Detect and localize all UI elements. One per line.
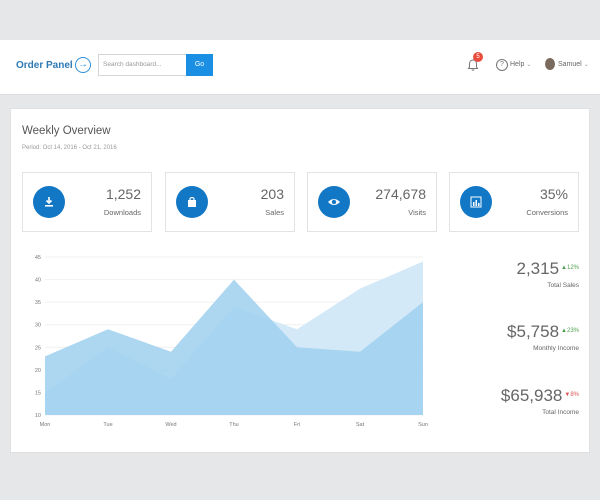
kpi-label: Total Income [542, 409, 579, 416]
search-input[interactable]: Search dashboard... [98, 54, 187, 76]
kpi-delta-value: 23% [566, 328, 579, 334]
kpi-delta-value: 12% [566, 265, 579, 271]
stat-value: 274,678 [375, 186, 426, 202]
x-tick-label: Fri [294, 422, 300, 428]
y-tick-label: 20 [35, 368, 41, 374]
stat-sales[interactable]: 203 Sales [165, 172, 295, 232]
stat-label: Downloads [103, 208, 141, 217]
x-tick-label: Sun [418, 422, 428, 428]
y-tick-label: 25 [35, 345, 41, 351]
x-tick-label: Wed [165, 422, 176, 428]
y-tick-label: 45 [35, 255, 41, 261]
user-menu[interactable]: Samuel ⌄ [558, 61, 589, 68]
notification-badge: 5 [473, 52, 483, 62]
kpi-value: $65,938 [500, 386, 563, 405]
bar-chart-icon [460, 186, 492, 218]
kpi-monthly-income: $5,758 ▲23% Monthly Income [469, 322, 579, 352]
stat-label: Sales [265, 208, 284, 217]
weekly-overview-card: Weekly Overview Period: Oct 14, 2016 - O… [10, 108, 590, 453]
page-title: Weekly Overview [22, 125, 111, 137]
stat-value: 35% [539, 186, 568, 202]
eye-icon [318, 186, 350, 218]
stat-value: 203 [260, 186, 284, 202]
x-tick-label: Thu [229, 422, 238, 428]
help-menu[interactable]: Help ⌄ [510, 61, 531, 68]
kpi-value: $5,758 [507, 322, 560, 341]
stat-downloads[interactable]: 1,252 Downloads [22, 172, 152, 232]
x-tick-label: Tue [103, 422, 112, 428]
help-icon[interactable]: ? [496, 59, 508, 71]
arrow-right-icon[interactable]: → [75, 57, 91, 73]
kpi-total-sales: 2,315 ▲12% Total Sales [469, 259, 579, 289]
user-name: Samuel [558, 61, 582, 68]
shopping-bag-icon [176, 186, 208, 218]
download-icon [33, 186, 65, 218]
x-tick-label: Mon [40, 422, 51, 428]
y-tick-label: 15 [35, 390, 41, 396]
kpi-value: 2,315 [516, 259, 560, 278]
x-tick-label: Sat [356, 422, 365, 428]
kpi-delta-up: ▲12% [561, 265, 579, 271]
stat-conversions[interactable]: 35% Conversions [449, 172, 579, 232]
brand-title[interactable]: Order Panel [16, 60, 73, 71]
kpi-label: Monthly Income [533, 345, 579, 352]
y-tick-label: 40 [35, 278, 41, 284]
kpi-delta-value: 8% [570, 392, 579, 398]
chevron-down-icon: ⌄ [583, 62, 589, 68]
help-label: Help [510, 61, 525, 68]
period-label: Period: Oct 14, 2016 - Oct 21, 2016 [22, 145, 117, 151]
kpi-delta-down: ▼8% [564, 392, 579, 398]
avatar[interactable] [545, 58, 555, 70]
y-tick-label: 30 [35, 323, 41, 329]
stat-value: 1,252 [105, 186, 141, 202]
y-tick-label: 35 [35, 300, 41, 306]
stat-label: Visits [408, 208, 426, 217]
weekly-area-chart: 10 15 20 25 30 35 40 45 Mon Tue Wed Thu Fri Sat Sun [35, 255, 428, 428]
y-tick-label: 10 [35, 413, 41, 419]
kpi-total-income: $65,938 ▼8% Total Income [469, 386, 579, 416]
stat-visits[interactable]: 274,678 Visits [307, 172, 437, 232]
top-navigation-bar: Order Panel → Search dashboard... Go 5 ?… [0, 40, 600, 95]
go-button[interactable]: Go [186, 54, 213, 76]
chevron-down-icon: ⌄ [526, 62, 532, 68]
stat-label: Conversions [526, 208, 568, 217]
kpi-delta-up: ▲23% [561, 328, 579, 334]
kpi-label: Total Sales [547, 282, 579, 289]
